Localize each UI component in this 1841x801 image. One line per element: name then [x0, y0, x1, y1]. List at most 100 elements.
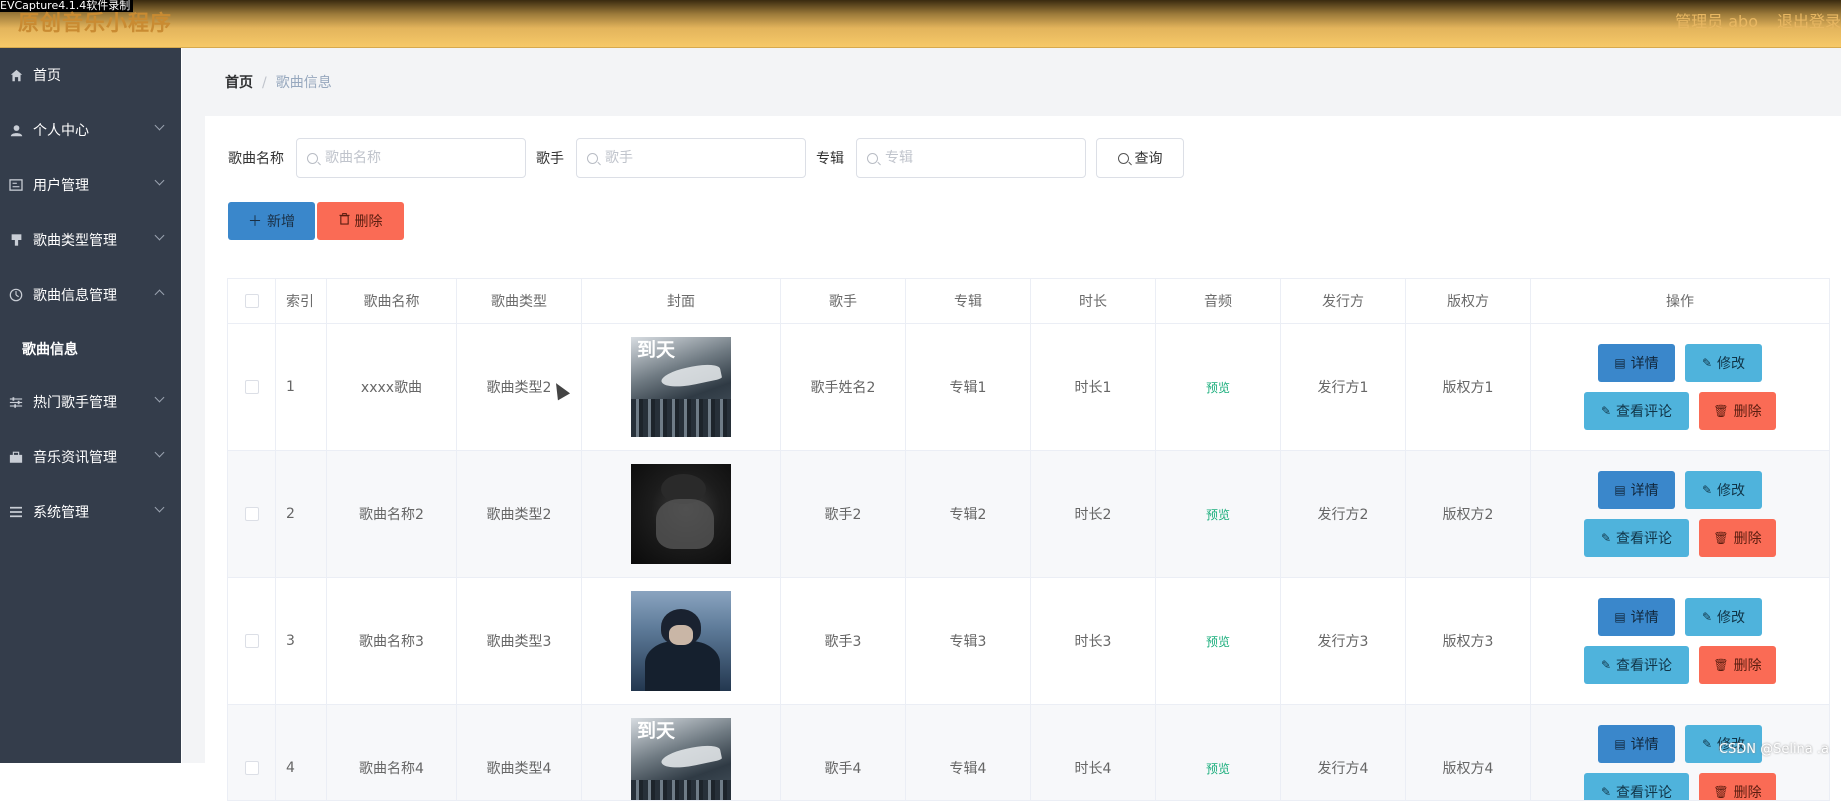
edit-button[interactable]: ✎ 修改 — [1685, 598, 1762, 636]
breadcrumb: 首页 / 歌曲信息 — [225, 72, 332, 92]
detail-button[interactable]: ▤ 详情 — [1598, 471, 1675, 509]
sidebar-item-label: 用户管理 — [33, 178, 89, 194]
trash-icon: 🗑 — [1713, 531, 1729, 545]
cover-image — [631, 591, 731, 691]
audio-preview-link[interactable]: 预览 — [1206, 506, 1230, 523]
row-checkbox[interactable] — [244, 380, 259, 394]
cover-cell: 到天 — [582, 705, 781, 800]
view-comments-button[interactable]: ✎ 查看评论 — [1584, 392, 1689, 430]
cover-art-text: 到天 — [637, 339, 676, 361]
view-comments-button[interactable]: ✎ 查看评论 — [1584, 519, 1689, 557]
search-icon — [1117, 152, 1129, 164]
logout-link[interactable]: 退出登录 — [1777, 8, 1841, 32]
sidebar-item-personal[interactable]: 个人中心 — [0, 105, 181, 155]
edit-button[interactable]: ✎ 修改 — [1685, 344, 1762, 382]
main-content: 首页 / 歌曲信息 歌曲名称 歌手 专辑 查询 — [182, 48, 1841, 801]
sidebar-item-song-types[interactable]: 歌曲类型管理 — [0, 215, 181, 265]
publisher-cell: 发行方3 — [1281, 578, 1406, 704]
audio-preview-link[interactable]: 预览 — [1206, 633, 1230, 650]
chevron-down-icon — [154, 447, 165, 458]
row-checkbox[interactable] — [244, 761, 259, 775]
edit-button[interactable]: ✎ 修改 — [1685, 471, 1762, 509]
batch-delete-button[interactable]: 删除 — [317, 202, 404, 240]
cup-icon — [8, 232, 24, 248]
row-delete-button[interactable]: 🗑 删除 — [1699, 646, 1776, 684]
song-name-cell: 歌曲名称2 — [327, 451, 457, 577]
column-header: 歌曲名称 — [327, 279, 457, 323]
index-cell: 2 — [276, 451, 327, 577]
trash-icon — [338, 213, 350, 229]
select-all-checkbox[interactable] — [244, 294, 259, 308]
album-field[interactable] — [856, 138, 1086, 178]
sidebar-subitem-song-info[interactable]: 歌曲信息 — [0, 329, 181, 369]
column-header: 索引 — [276, 279, 327, 323]
breadcrumb-home[interactable]: 首页 — [225, 75, 253, 91]
audio-preview-link[interactable]: 预览 — [1206, 760, 1230, 777]
table-row: 2 歌曲名称2 歌曲类型2 歌手2 专辑2 时长2 预览 发行方2 版权方2 ▤… — [227, 451, 1830, 578]
clock-icon — [8, 287, 24, 303]
sidebar-item-song-info-mgmt[interactable]: 歌曲信息管理 — [0, 270, 181, 320]
row-delete-button[interactable]: 🗑 删除 — [1699, 392, 1776, 430]
trash-icon: 🗑 — [1713, 785, 1729, 799]
sidebar-item-music-news[interactable]: 音乐资讯管理 — [0, 432, 181, 482]
row-checkbox[interactable] — [244, 634, 259, 648]
detail-button[interactable]: ▤ 详情 — [1598, 344, 1675, 382]
column-header: 时长 — [1031, 279, 1156, 323]
singer-cell: 歌手3 — [781, 578, 906, 704]
song-type-cell: 歌曲类型3 — [457, 578, 582, 704]
index-cell: 3 — [276, 578, 327, 704]
duration-cell: 时长3 — [1031, 578, 1156, 704]
cover-image: 到天 — [631, 337, 731, 437]
audio-preview-link[interactable]: 预览 — [1206, 379, 1230, 396]
publisher-cell: 发行方2 — [1281, 451, 1406, 577]
song-name-input[interactable] — [323, 149, 517, 167]
row-select-cell — [227, 705, 276, 800]
row-select-cell — [227, 578, 276, 704]
column-header: 歌手 — [781, 279, 906, 323]
album-cell: 专辑2 — [906, 451, 1031, 577]
sidebar-item-label: 系统管理 — [33, 505, 89, 521]
sidebar-item-label: 音乐资讯管理 — [33, 450, 117, 466]
chevron-down-icon — [154, 502, 165, 513]
sidebar-item-users[interactable]: 用户管理 — [0, 160, 181, 210]
sidebar: 首页 个人中心 用户管理 歌曲类型管理 歌曲信息管理 歌曲信息 热门歌手管理 音… — [0, 48, 181, 763]
sidebar-item-hot-singers[interactable]: 热门歌手管理 — [0, 377, 181, 427]
singer-cell: 歌手2 — [781, 451, 906, 577]
song-name-field[interactable] — [296, 138, 526, 178]
album-cell: 专辑1 — [906, 324, 1031, 450]
singer-input[interactable] — [603, 149, 797, 167]
home-icon — [8, 67, 24, 83]
id-card-icon — [8, 177, 24, 193]
column-header: 歌曲类型 — [457, 279, 582, 323]
query-button[interactable]: 查询 — [1096, 138, 1184, 178]
album-input[interactable] — [883, 149, 1077, 167]
detail-button[interactable]: ▤ 详情 — [1598, 725, 1675, 763]
delete-button-label: 删除 — [354, 214, 383, 230]
row-delete-button[interactable]: 🗑 删除 — [1699, 519, 1776, 557]
view-comments-button[interactable]: ✎ 查看评论 — [1584, 773, 1689, 800]
breadcrumb-separator: / — [262, 75, 267, 91]
document-icon: ▤ — [1614, 483, 1626, 497]
sidebar-item-system[interactable]: 系统管理 — [0, 487, 181, 537]
detail-button-label: 详情 — [1630, 356, 1659, 372]
trash-icon: 🗑 — [1713, 658, 1729, 672]
detail-button-label: 详情 — [1630, 610, 1659, 626]
add-button[interactable]: ＋ 新增 — [228, 202, 315, 240]
sidebar-item-label: 歌曲类型管理 — [33, 233, 117, 249]
detail-button[interactable]: ▤ 详情 — [1598, 598, 1675, 636]
document-icon: ▤ — [1614, 610, 1626, 624]
row-checkbox[interactable] — [244, 507, 259, 521]
edit-button-label: 修改 — [1717, 610, 1746, 626]
sidebar-item-home[interactable]: 首页 — [0, 50, 181, 100]
copyright-cell: 版权方2 — [1406, 451, 1531, 577]
album-cell: 专辑4 — [906, 705, 1031, 800]
row-delete-button[interactable]: 🗑 删除 — [1699, 773, 1776, 800]
album-label: 专辑 — [816, 151, 844, 167]
singer-field[interactable] — [576, 138, 806, 178]
copyright-cell: 版权方3 — [1406, 578, 1531, 704]
view-comments-button[interactable]: ✎ 查看评论 — [1584, 646, 1689, 684]
publisher-cell: 发行方1 — [1281, 324, 1406, 450]
duration-cell: 时长2 — [1031, 451, 1156, 577]
song-name-cell: xxxx歌曲 — [327, 324, 457, 450]
table-row: 3 歌曲名称3 歌曲类型3 歌手3 专辑3 时长3 预览 发行方3 版权方3 ▤… — [227, 578, 1830, 705]
